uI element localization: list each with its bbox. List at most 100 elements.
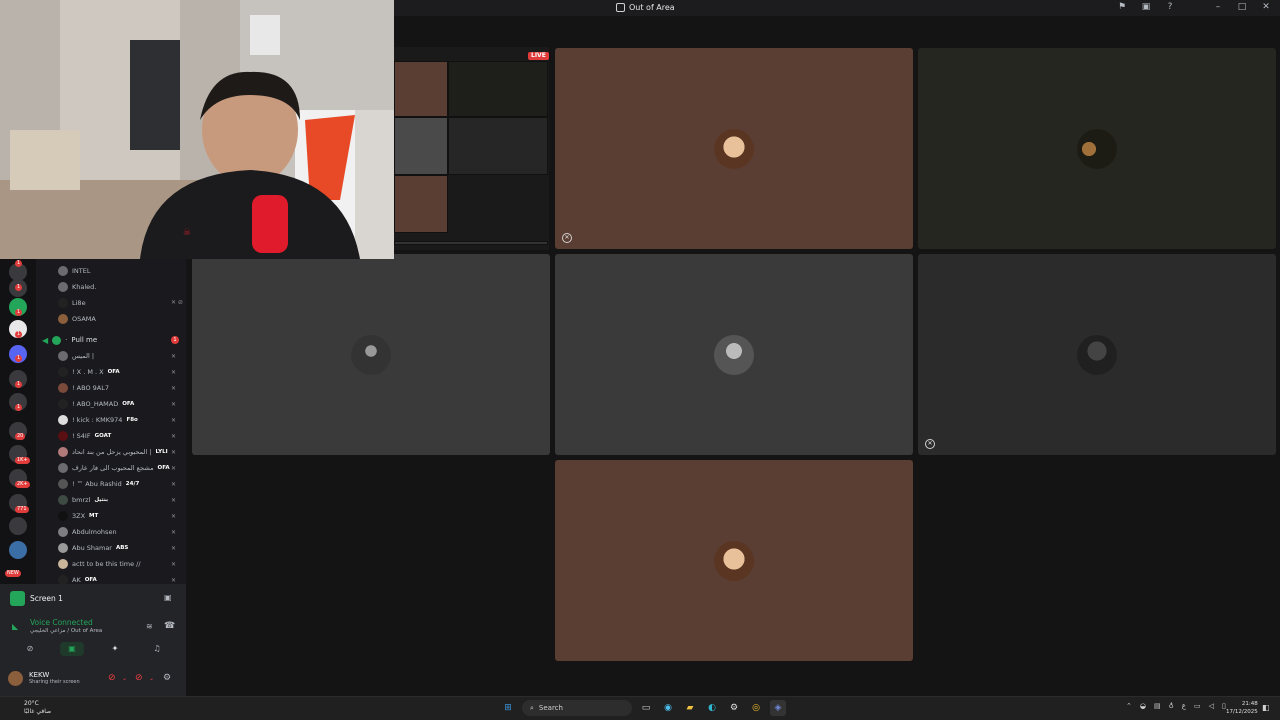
- discord-icon[interactable]: ◈: [770, 700, 786, 716]
- participant-tile[interactable]: ✕: [918, 254, 1276, 455]
- window-title-text: Out of Area: [629, 3, 675, 12]
- flag-icon[interactable]: ⚑: [1116, 2, 1128, 12]
- chrome-icon[interactable]: ◎: [748, 700, 764, 716]
- clock[interactable]: 21:48 17/12/2025: [1226, 700, 1258, 716]
- start-button[interactable]: ⊞: [500, 700, 516, 716]
- voice-member[interactable]: Khaled.: [58, 280, 96, 294]
- active-voice-channel[interactable]: ◀ · Pull me: [42, 333, 97, 347]
- voice-member[interactable]: المحبوبي يزحل من بند انحاد | LYLI: [58, 445, 168, 459]
- member-avatar: [58, 431, 68, 441]
- voice-member[interactable]: actt to be this time //: [58, 557, 145, 571]
- voice-member[interactable]: Abdulmohsen: [58, 525, 121, 539]
- voice-member[interactable]: bmrzl بنتيل: [58, 493, 108, 507]
- copilot-icon[interactable]: ◉: [660, 700, 676, 716]
- audio-options-chevron-icon[interactable]: ⌄: [149, 675, 154, 682]
- webcam-scene: ☠: [0, 0, 394, 259]
- member-name: Abdulmohsen: [72, 528, 117, 536]
- new-badge: NEW: [5, 570, 21, 577]
- voice-member[interactable]: INTEL: [58, 264, 90, 278]
- disconnect-icon[interactable]: ☎: [164, 621, 175, 631]
- settings-gear-icon[interactable]: ⚙: [163, 673, 171, 683]
- muted-icon: ✕: [171, 497, 177, 504]
- task-view-icon[interactable]: ▭: [638, 700, 654, 716]
- member-avatar: [58, 266, 68, 276]
- participant-tile[interactable]: ✕: [555, 48, 913, 249]
- voice-member[interactable]: مشجع المحبوب الى فار عارف OFA: [58, 461, 170, 475]
- deafen-button[interactable]: ⊘: [135, 673, 143, 683]
- file-explorer-icon[interactable]: ▰: [682, 700, 698, 716]
- participant-avatar: [714, 540, 754, 581]
- edge-icon[interactable]: ◐: [704, 700, 720, 716]
- voice-member[interactable]: AK OFA: [58, 573, 97, 584]
- member-name: مشجع المحبوب الى فار عارف: [72, 464, 154, 472]
- member-name: Abu Shamar: [72, 544, 112, 552]
- member-avatar: [58, 559, 68, 569]
- user-panel[interactable]: KEKW Sharing their screen: [8, 668, 80, 688]
- soundboard-button[interactable]: ♫: [145, 642, 169, 656]
- voice-member[interactable]: 3ZX MT: [58, 509, 98, 523]
- notification-bell-icon[interactable]: ◧: [1262, 703, 1270, 712]
- popout-screen-icon[interactable]: ▣: [164, 593, 172, 602]
- participant-tile[interactable]: [918, 48, 1276, 249]
- share-screen-button[interactable]: ▣: [60, 642, 84, 656]
- member-avatar: [58, 314, 68, 324]
- microphone-icon[interactable]: ♁: [1169, 702, 1174, 710]
- screen-share-row[interactable]: Screen 1: [10, 590, 63, 606]
- voice-channel-path[interactable]: مزاعي الخليجي / Out of Area: [30, 628, 102, 634]
- close-button[interactable]: ✕: [1260, 2, 1272, 12]
- user-info: KEKW Sharing their screen: [29, 671, 80, 685]
- weather-widget[interactable]: 20°C صافي غالبًا: [8, 700, 51, 716]
- member-name: ! S4IF: [72, 432, 91, 440]
- participant-tile[interactable]: [192, 254, 550, 455]
- voice-member[interactable]: Li8e: [58, 296, 86, 310]
- participant-avatar: [351, 334, 391, 375]
- settings-icon[interactable]: ⚙: [726, 700, 742, 716]
- language-indicator[interactable]: ع: [1182, 702, 1186, 710]
- camera-button[interactable]: ⊘: [18, 642, 42, 656]
- tray-app-icon[interactable]: ▤: [1154, 702, 1161, 710]
- popout-icon[interactable]: ▣: [1140, 2, 1152, 12]
- voice-member[interactable]: ! ABO 9AL7: [58, 381, 113, 395]
- share-cell: [394, 61, 448, 117]
- minimize-button[interactable]: –: [1212, 2, 1224, 12]
- participant-avatar: [714, 334, 754, 375]
- voice-member[interactable]: الميس |: [58, 349, 98, 363]
- member-name: ! ABO 9AL7: [72, 384, 109, 392]
- activities-button[interactable]: ✦: [103, 642, 127, 656]
- voice-member[interactable]: OSAMA: [58, 312, 96, 326]
- volume-icon[interactable]: ◁: [1209, 702, 1214, 710]
- member-name: actt to be this time //: [72, 560, 141, 568]
- mute-mic-button[interactable]: ⊘: [108, 673, 116, 683]
- clock-date: 17/12/2025: [1226, 709, 1258, 715]
- member-avatar: [58, 351, 68, 361]
- member-avatar: [58, 298, 68, 308]
- svg-text:☠: ☠: [183, 228, 191, 238]
- display-icon[interactable]: ▭: [1194, 702, 1201, 710]
- muted-icon: ✕: [171, 577, 177, 584]
- help-icon[interactable]: ?: [1164, 2, 1176, 12]
- voice-member[interactable]: ! ABO_HAMAD OFA: [58, 397, 134, 411]
- screen-share-tile[interactable]: [394, 47, 549, 250]
- taskbar-search[interactable]: ⌕ Search: [522, 700, 632, 716]
- participant-tile[interactable]: [555, 460, 913, 661]
- tray-chevron-icon[interactable]: ⌃: [1126, 702, 1132, 710]
- user-name: KEKW: [29, 671, 50, 679]
- member-name: AK: [72, 576, 81, 584]
- voice-member[interactable]: ! ™ Abu Rashid 24/7: [58, 477, 139, 491]
- member-tag: OFA: [122, 401, 135, 407]
- voice-member[interactable]: Abu Shamar ABS: [58, 541, 128, 555]
- muted-icon: ✕: [171, 353, 177, 360]
- server-icon[interactable]: [9, 541, 27, 559]
- maximize-button[interactable]: □: [1236, 2, 1248, 12]
- voice-member[interactable]: ! S4IF GOAT: [58, 429, 111, 443]
- mic-options-chevron-icon[interactable]: ⌄: [122, 675, 127, 682]
- channel-bullet: ·: [65, 336, 68, 344]
- voice-member[interactable]: ! X . M . X OFA: [58, 365, 120, 379]
- voice-member[interactable]: ! kick : KMK974 F8o: [58, 413, 138, 427]
- participant-tile[interactable]: [555, 254, 913, 455]
- server-icon[interactable]: [9, 517, 27, 535]
- tray-app-icon[interactable]: ◒: [1140, 702, 1146, 710]
- unread-badge: 1K+: [15, 457, 30, 464]
- member-avatar: [58, 527, 68, 537]
- noise-suppression-icon[interactable]: ≋: [146, 622, 153, 631]
